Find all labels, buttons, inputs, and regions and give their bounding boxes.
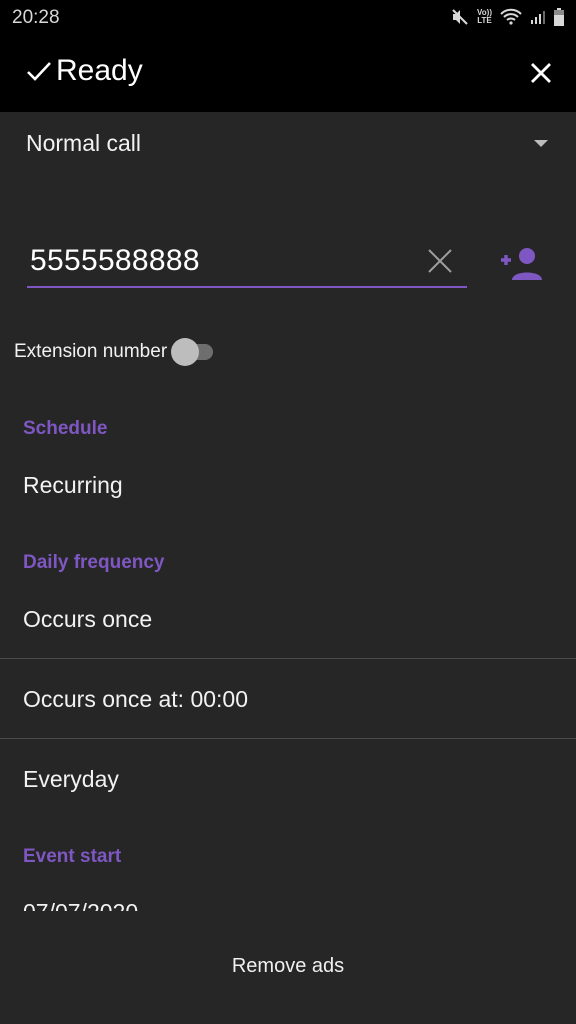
daily-frequency-header: Daily frequency [23,552,165,573]
event-start-date[interactable]: 07/07/2020 [23,899,138,911]
schedule-header: Schedule [23,418,108,439]
add-contact-icon [501,248,542,280]
divider [0,658,576,659]
event-start-header: Event start [23,846,122,867]
extension-row: Extension number [14,338,217,366]
event-start-clip: 07/07/2020 [0,895,576,911]
divider [0,738,576,739]
clear-button[interactable] [427,248,453,274]
days-value[interactable]: Everyday [23,766,119,793]
mute-icon [452,9,468,25]
dropdown-arrow-icon [534,140,548,147]
status-bar: 20:28 Vo)) LTE [0,0,576,36]
app-bar: Ready [0,36,576,112]
status-icons: Vo)) LTE [451,8,564,26]
extension-label: Extension number [14,341,168,362]
remove-ads-button[interactable]: Remove ads [0,955,576,978]
phone-number-value: 5555588888 [30,244,200,277]
volte-icon: Vo)) LTE [477,8,492,25]
signal-icon [531,11,545,24]
add-contact-button[interactable] [498,246,544,282]
phone-number-input[interactable]: 5555588888 [27,236,467,288]
check-icon [27,62,51,81]
wifi-icon [500,8,522,25]
ready-label: Ready [56,54,143,87]
extension-toggle[interactable] [171,338,217,366]
close-icon [531,63,551,83]
ready-button[interactable]: Ready [24,54,143,88]
status-time: 20:28 [12,7,60,28]
daily-frequency-value[interactable]: Occurs once [23,606,152,633]
toggle-thumb [171,338,200,366]
occurs-once-time[interactable]: Occurs once at: 00:00 [23,686,248,713]
call-type-value: Normal call [26,130,142,156]
clear-icon [428,249,452,273]
close-button[interactable] [526,58,556,88]
schedule-value[interactable]: Recurring [23,472,123,499]
call-type-dropdown[interactable]: Normal call [0,112,576,178]
battery-icon [554,8,564,26]
